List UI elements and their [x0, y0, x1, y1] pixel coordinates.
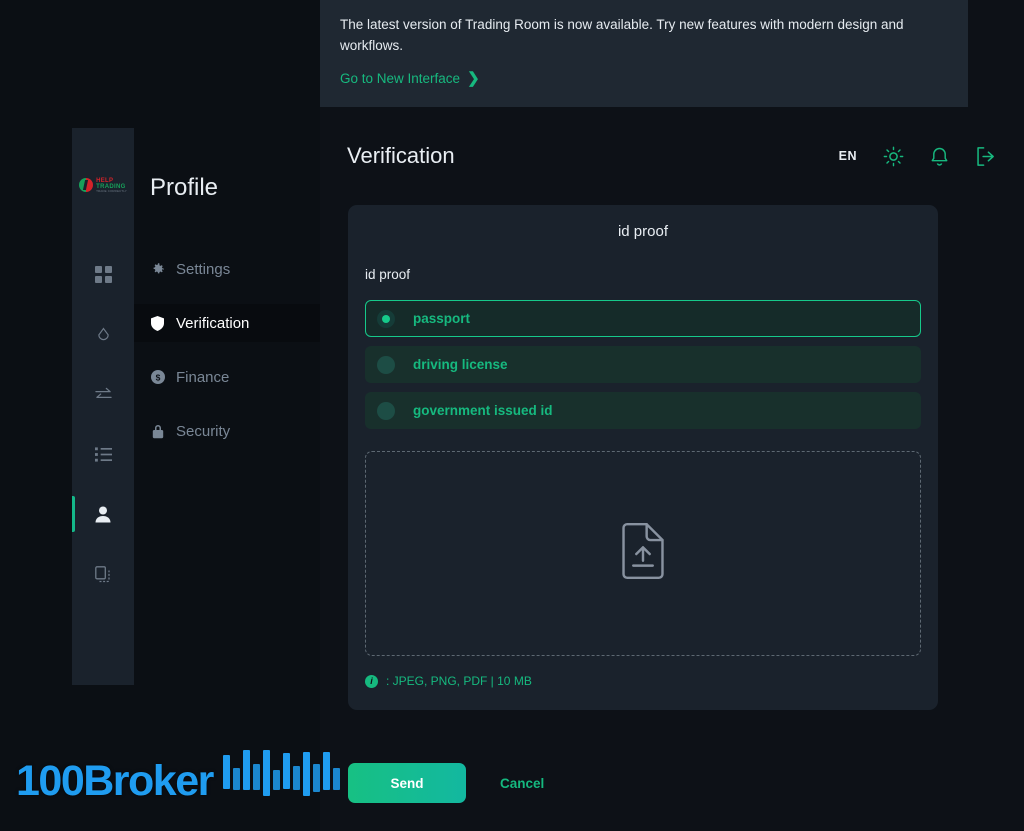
svg-text:$: $: [155, 372, 160, 382]
sidebar-item-label: Security: [176, 422, 231, 440]
gear-icon: [150, 262, 165, 276]
bell-icon[interactable]: [930, 146, 949, 167]
rail-item-alerts[interactable]: [72, 304, 134, 364]
profile-sidebar: Profile Settings Verification $ Finance …: [134, 128, 320, 831]
sidebar-item-verification[interactable]: Verification: [134, 304, 320, 342]
form-actions: Send Cancel: [348, 763, 550, 803]
banner-link-label: Go to New Interface: [340, 70, 461, 86]
radio-option-label: government issued id: [413, 403, 553, 418]
sidebar-item-label: Settings: [176, 260, 231, 278]
sidebar-item-label: Verification: [176, 314, 250, 332]
go-to-new-interface-link[interactable]: Go to New Interface ❯: [340, 69, 480, 87]
dollar-circle-icon: $: [150, 370, 165, 384]
exchange-arrows-icon: [94, 386, 113, 403]
sun-icon[interactable]: [883, 146, 904, 167]
rail-item-transfers[interactable]: [72, 364, 134, 424]
radio-option-government-issued-id[interactable]: government issued id: [365, 392, 921, 429]
header-actions: EN: [839, 146, 996, 167]
radio-indicator: [377, 355, 395, 374]
rail-item-documents[interactable]: [72, 544, 134, 604]
card-title: id proof: [617, 223, 669, 240]
logout-icon[interactable]: [975, 146, 996, 167]
app-logo[interactable]: HELP TRADING TRADE CORRECTLY: [79, 172, 127, 198]
page-header: Verification EN: [320, 107, 1024, 205]
sidebar-item-settings[interactable]: Settings: [134, 250, 320, 288]
cancel-button[interactable]: Cancel: [494, 768, 550, 799]
radio-option-passport[interactable]: passport: [365, 300, 921, 337]
rail-item-orders[interactable]: [72, 424, 134, 484]
rail-item-dashboard[interactable]: [72, 244, 134, 304]
sidebar-item-finance[interactable]: $ Finance: [134, 358, 320, 396]
file-dropzone[interactable]: [365, 451, 921, 656]
file-upload-icon: [621, 523, 665, 584]
file-hint-text: : JPEG, PNG, PDF | 10 MB: [386, 674, 532, 688]
page-title: Verification: [347, 143, 455, 168]
banner-message: The latest version of Trading Room is no…: [340, 17, 904, 53]
info-icon: i: [365, 674, 378, 688]
bell-diamond-icon: [95, 326, 112, 343]
rail-item-profile[interactable]: [72, 484, 134, 544]
profile-menu: Settings Verification $ Finance Security: [134, 250, 320, 450]
field-label-id-proof: id proof: [365, 267, 411, 282]
radio-option-driving-license[interactable]: driving license: [365, 346, 921, 383]
send-button[interactable]: Send: [348, 763, 466, 803]
radio-indicator: [377, 309, 395, 328]
radio-option-label: passport: [413, 311, 471, 326]
logo-mark-icon: [79, 178, 94, 192]
update-banner: The latest version of Trading Room is no…: [320, 0, 968, 107]
sidebar-item-security[interactable]: Security: [134, 412, 320, 450]
main-content: The latest version of Trading Room is no…: [320, 0, 1024, 831]
radio-indicator: [377, 401, 395, 420]
user-icon: [95, 506, 111, 523]
icon-rail: HELP TRADING TRADE CORRECTLY: [72, 128, 134, 685]
sidebar-item-label: Finance: [176, 368, 230, 386]
language-selector[interactable]: EN: [839, 149, 857, 163]
page-title-profile: Profile: [150, 174, 219, 201]
radio-option-label: driving license: [413, 357, 508, 372]
list-icon: [94, 446, 112, 462]
chevron-right-icon: ❯: [467, 70, 480, 87]
grid-icon: [94, 265, 112, 283]
lock-icon: [150, 424, 165, 439]
shield-icon: [150, 315, 165, 331]
logo-tagline: TRADE CORRECTLY: [96, 188, 127, 193]
copy-icon: [95, 565, 111, 583]
verification-card: id proof id proof passport driving licen…: [348, 205, 938, 710]
file-format-hint: i : JPEG, PNG, PDF | 10 MB: [365, 674, 921, 688]
